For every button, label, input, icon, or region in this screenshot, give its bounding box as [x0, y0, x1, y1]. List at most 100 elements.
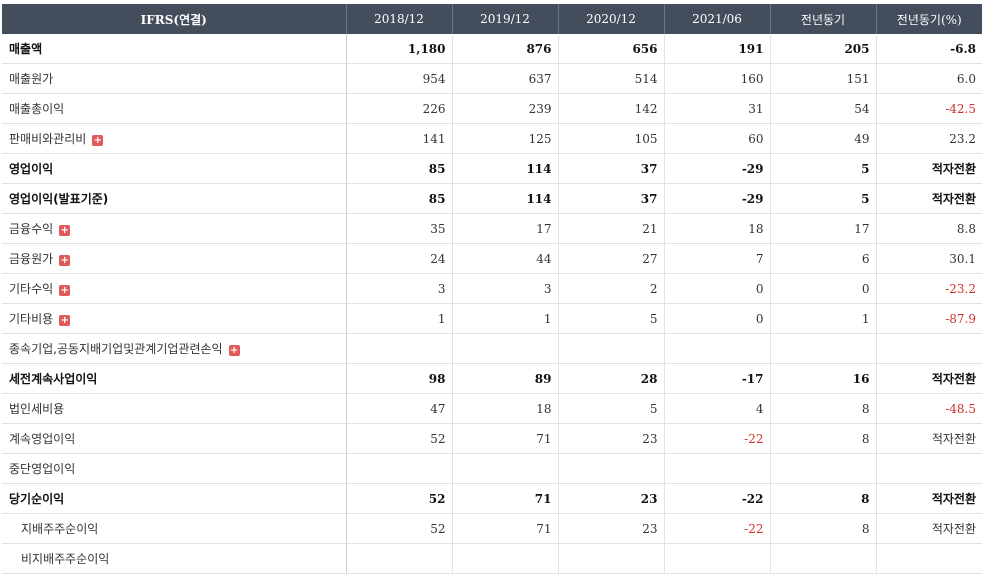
- row-label-cell: 세전계속사업이익: [2, 363, 347, 394]
- row-label-cell[interactable]: 판매비와관리비 +: [2, 123, 347, 154]
- cell-prev-period: 49: [770, 123, 877, 154]
- cell-prev-period: [770, 333, 877, 364]
- cell-prev-period-pct: [876, 453, 982, 484]
- row-operating-income-reported: 영업이익(발표기준) 85 114 37 -29 5 적자전환: [2, 183, 982, 214]
- row-label: 계속영업이익: [9, 432, 76, 446]
- row-label: 금융원가: [9, 252, 54, 266]
- cell-prev-period: 8: [770, 483, 877, 514]
- expand-plus-icon[interactable]: +: [59, 315, 71, 326]
- cell-prev-period-pct: 적자전환: [876, 423, 982, 454]
- cell-2019-12: 17: [452, 213, 559, 244]
- cell-prev-period: 8: [770, 393, 877, 424]
- row-label: 매출액: [9, 42, 43, 56]
- row-label: 지배주주순이익: [21, 522, 99, 536]
- cell-2020-12: 28: [558, 363, 665, 394]
- cell-2021-06: -17: [664, 363, 771, 394]
- cell-prev-period-pct: -23.2: [876, 273, 982, 304]
- cell-2021-06: 60: [664, 123, 771, 154]
- row-label: 매출총이익: [9, 102, 65, 116]
- row-label-cell[interactable]: 금융원가 +: [2, 243, 347, 274]
- cell-2020-12: [558, 543, 665, 574]
- cell-2021-06: -29: [664, 183, 771, 214]
- row-label: 판매비와관리비: [9, 132, 87, 146]
- cell-2018-12: [346, 543, 453, 574]
- cell-2020-12: 27: [558, 243, 665, 274]
- financial-table-container: IFRS(연결) 2018/12 2019/12 2020/12 2021/06…: [2, 4, 982, 574]
- expand-plus-icon[interactable]: +: [59, 285, 71, 296]
- cell-2019-12: 114: [452, 153, 559, 184]
- cell-2019-12: [452, 333, 559, 364]
- cell-2019-12: [452, 453, 559, 484]
- row-label-cell[interactable]: 금융수익 +: [2, 213, 347, 244]
- cell-prev-period: 151: [770, 63, 877, 94]
- cell-prev-period-pct: 적자전환: [876, 363, 982, 394]
- cell-2021-06: 191: [664, 34, 771, 64]
- row-revenue: 매출액 1,180 876 656 191 205 -6.8: [2, 34, 982, 64]
- row-pretax-income: 세전계속사업이익 98 89 28 -17 16 적자전환: [2, 363, 982, 394]
- cell-prev-period: 17: [770, 213, 877, 244]
- cell-2020-12: 105: [558, 123, 665, 154]
- row-cost-of-sales: 매출원가 954 637 514 160 151 6.0: [2, 63, 982, 94]
- income-statement-table: IFRS(연결) 2018/12 2019/12 2020/12 2021/06…: [2, 4, 982, 574]
- row-label-cell[interactable]: 기타수익 +: [2, 273, 347, 304]
- cell-2021-06: -29: [664, 153, 771, 184]
- row-label: 중단영업이익: [9, 462, 76, 476]
- expand-plus-icon[interactable]: +: [59, 225, 71, 236]
- cell-2018-12: 52: [346, 483, 453, 514]
- row-label-cell[interactable]: 종속기업,공동지배기업및관계기업관련손익 +: [2, 333, 347, 364]
- cell-2018-12: 85: [346, 153, 453, 184]
- cell-2019-12: 44: [452, 243, 559, 274]
- row-sga: 판매비와관리비 +141 125 105 60 49 23.2: [2, 123, 982, 154]
- cell-2021-06: -22: [664, 513, 771, 544]
- cell-prev-period-pct: 적자전환: [876, 483, 982, 514]
- cell-2021-06: [664, 453, 771, 484]
- cell-2019-12: 71: [452, 513, 559, 544]
- row-label: 영업이익: [9, 162, 54, 176]
- cell-2019-12: 239: [452, 93, 559, 124]
- cell-2018-12: [346, 453, 453, 484]
- cell-prev-period: 54: [770, 93, 877, 124]
- cell-2019-12: 114: [452, 183, 559, 214]
- cell-prev-period: [770, 543, 877, 574]
- row-income-tax: 법인세비용 47 18 5 4 8 -48.5: [2, 393, 982, 424]
- expand-plus-icon[interactable]: +: [59, 255, 71, 266]
- cell-2019-12: 1: [452, 303, 559, 334]
- cell-2018-12: 226: [346, 93, 453, 124]
- cell-2021-06: [664, 543, 771, 574]
- row-gross-profit: 매출총이익 226 239 142 31 54 -42.5: [2, 93, 982, 124]
- cell-prev-period: 6: [770, 243, 877, 274]
- row-label-cell: 영업이익(발표기준): [2, 183, 347, 214]
- cell-2019-12: 876: [452, 34, 559, 64]
- header-row: IFRS(연결) 2018/12 2019/12 2020/12 2021/06…: [2, 4, 982, 34]
- row-label-cell: 비지배주주순이익: [2, 543, 347, 574]
- cell-2018-12: 3: [346, 273, 453, 304]
- cell-prev-period-pct: -48.5: [876, 393, 982, 424]
- cell-2021-06: 0: [664, 273, 771, 304]
- cell-prev-period: 16: [770, 363, 877, 394]
- cell-2018-12: 24: [346, 243, 453, 274]
- header-col-2019-12: 2019/12: [452, 4, 559, 34]
- cell-2020-12: [558, 333, 665, 364]
- cell-2018-12: [346, 333, 453, 364]
- cell-prev-period: 5: [770, 153, 877, 184]
- cell-prev-period: 8: [770, 423, 877, 454]
- expand-plus-icon[interactable]: +: [228, 345, 240, 356]
- cell-2019-12: 18: [452, 393, 559, 424]
- expand-plus-icon[interactable]: +: [92, 135, 104, 146]
- row-finance-income: 금융수익 +35 17 21 18 17 8.8: [2, 213, 982, 244]
- row-label: 세전계속사업이익: [9, 372, 98, 386]
- row-other-income: 기타수익 +3 3 2 0 0 -23.2: [2, 273, 982, 304]
- cell-2020-12: 656: [558, 34, 665, 64]
- row-label-cell[interactable]: 기타비용 +: [2, 303, 347, 334]
- cell-2019-12: 89: [452, 363, 559, 394]
- row-label-cell: 당기순이익: [2, 483, 347, 514]
- cell-2019-12: 125: [452, 123, 559, 154]
- cell-prev-period: [770, 453, 877, 484]
- cell-2020-12: 23: [558, 423, 665, 454]
- cell-2018-12: 1: [346, 303, 453, 334]
- row-label: 비지배주주순이익: [21, 552, 110, 566]
- cell-2020-12: 2: [558, 273, 665, 304]
- cell-prev-period: 8: [770, 513, 877, 544]
- cell-prev-period-pct: 23.2: [876, 123, 982, 154]
- header-col-2018-12: 2018/12: [346, 4, 453, 34]
